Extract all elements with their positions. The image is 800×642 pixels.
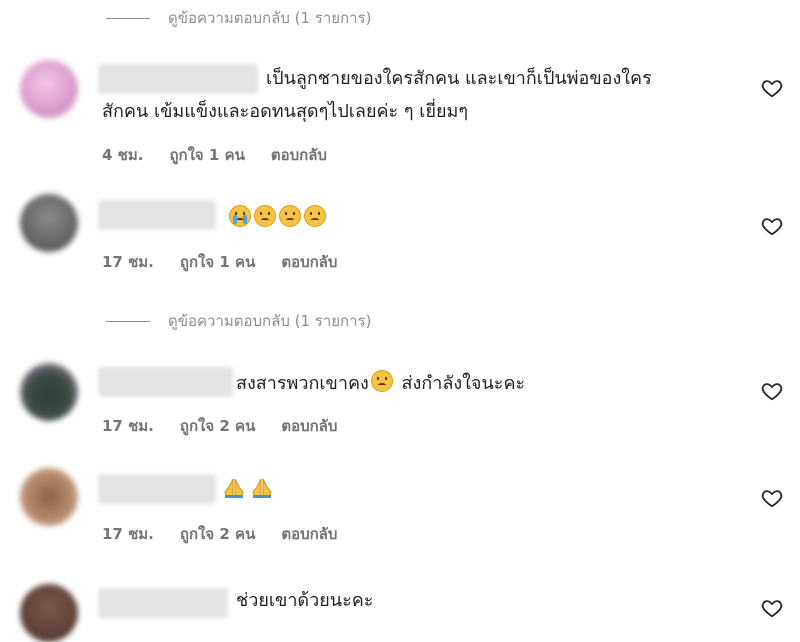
heart-outline-icon[interactable] [761,597,783,619]
avatar[interactable] [20,468,78,526]
view-replies-label: ดูข้อความตอบกลับ (1 รายการ) [168,9,372,27]
slightly-frowning-face-icon [254,205,276,227]
comment-meta: 4 ชม. ถูกใจ 1 คน ตอบกลับ [102,143,327,167]
view-replies-link[interactable]: ดูข้อความตอบกลับ (1 รายการ) [106,6,371,30]
comment-meta: 17 ชม. ถูกใจ 2 คน ตอบกลับ [102,522,337,546]
comment-text: ส่งกำลังใจนะคะ [395,373,526,394]
avatar[interactable] [20,363,78,421]
folded-hands-icon [252,478,272,498]
comment-time: 17 ชม. [102,525,154,543]
heart-outline-icon[interactable] [761,380,783,402]
comment-text-line: สักคน เข้มแข็งและอดทนสุดๆไปเลยค่ะ ๆ เยี่… [102,101,469,122]
username[interactable] [98,588,228,618]
likes-count[interactable]: ถูกใจ 2 คน [180,414,255,438]
sad-relieved-face-icon [279,205,301,227]
heart-outline-icon[interactable] [761,215,783,237]
comment-text: สงสารพวกเขาคง [236,373,369,394]
comment-meta: 17 ชม. ถูกใจ 2 คน ตอบกลับ [102,414,337,438]
avatar[interactable] [20,194,78,252]
likes-count[interactable]: ถูกใจ 1 คน [169,143,244,167]
username[interactable] [98,367,233,397]
view-replies-label: ดูข้อความตอบกลับ (1 รายการ) [168,312,372,330]
divider-line [106,320,150,322]
folded-hands-icon [224,478,244,498]
comment-text-line: สงสารพวกเขาคง ส่งกำลังใจนะคะ [236,367,525,400]
reply-button[interactable]: ตอบกลับ [281,414,337,438]
comment-time: 17 ชม. [102,253,154,271]
loudly-crying-face-icon [229,205,251,227]
username[interactable] [98,474,216,504]
comment-meta: 17 ชม. ถูกใจ 1 คน ตอบกลับ [102,250,337,274]
reply-button[interactable]: ตอบกลับ [281,250,337,274]
comment-text-line: ช่วยเขาด้วยนะคะ [236,590,374,611]
sad-relieved-face-icon [304,205,326,227]
heart-outline-icon[interactable] [761,77,783,99]
sad-relieved-face-icon [370,370,393,392]
username[interactable] [98,64,258,94]
divider-line [106,17,150,19]
likes-count[interactable]: ถูกใจ 2 คน [180,522,255,546]
avatar[interactable] [20,584,78,642]
comment-emojis [229,202,329,235]
comment-emojis [222,474,278,507]
comment-time: 17 ชม. [102,417,154,435]
reply-button[interactable]: ตอบกลับ [271,143,327,167]
comment-text-line: เป็นลูกชายของใครสักคน และเขาก็เป็นพ่อของ… [266,68,652,89]
avatar[interactable] [20,60,78,118]
reply-button[interactable]: ตอบกลับ [281,522,337,546]
likes-count[interactable]: ถูกใจ 1 คน [180,250,255,274]
heart-outline-icon[interactable] [761,487,783,509]
comment-time: 4 ชม. [102,146,144,164]
view-replies-link[interactable]: ดูข้อความตอบกลับ (1 รายการ) [106,309,371,333]
username[interactable] [98,200,216,230]
